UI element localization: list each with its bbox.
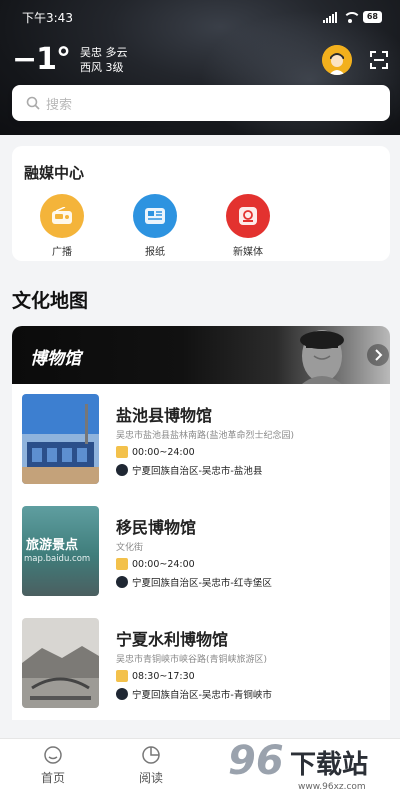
museum-banner[interactable]: 博物馆 (12, 326, 390, 384)
museum-region: 宁夏回族自治区-吴忠市-青铜峡市 (132, 690, 272, 701)
museum-hours-row: 00:00~24:00 (116, 446, 195, 458)
watermark-url: www.96xz.com (298, 782, 366, 792)
museum-thumbnail: 旅游景点 map.baidu.com (22, 506, 99, 596)
museum-name: 移民博物馆 (116, 518, 197, 537)
museum-region-row: 宁夏回族自治区-吴忠市-红寺堡区 (116, 575, 272, 589)
museum-item[interactable]: 旅游景点 map.baidu.com 移民博物馆 文化街 00:00~24:00… (12, 496, 390, 608)
museum-hours: 00:00~24:00 (132, 446, 195, 458)
weather-location-condition: 吴忠 多云 (80, 45, 128, 59)
weather-widget[interactable]: −1° 吴忠 多云 西风 3级 (12, 42, 128, 77)
museum-region: 宁夏回族自治区-吴忠市-红寺堡区 (132, 578, 272, 589)
statue-image (300, 330, 344, 384)
museum-name: 盐池县博物馆 (116, 406, 213, 425)
read-icon (142, 746, 160, 764)
battery-icon: 68 (362, 11, 382, 23)
museum-address: 吴忠市青铜峡市峡谷路(青铜峡旅游区) (116, 655, 268, 665)
status-bar: 下午3:43 68 (0, 0, 400, 34)
signal-icon (322, 11, 337, 23)
museum-address: 吴忠市盐池县盐林南路(盐池革命烈士纪念园) (116, 431, 295, 441)
chevron-right-icon[interactable] (367, 344, 389, 366)
location-icon (116, 576, 128, 588)
museum-thumbnail (22, 618, 99, 708)
media-center-title: 融媒中心 (24, 164, 85, 182)
museum-hours: 08:30~17:30 (132, 670, 195, 682)
museum-name: 宁夏水利博物馆 (116, 630, 229, 649)
weather-info: 吴忠 多云 西风 3级 (80, 45, 128, 75)
watermark-logo: 96 下载站 www.96xz.com (228, 738, 398, 798)
home-icon (44, 746, 62, 764)
media-item-new-media[interactable]: 新媒体 (218, 194, 278, 258)
new-media-icon (226, 194, 270, 238)
museum-thumbnail (22, 394, 99, 484)
clock-icon (116, 446, 128, 458)
media-label-broadcast: 广播 (52, 247, 72, 258)
museum-list: 盐池县博物馆 吴忠市盐池县盐林南路(盐池革命烈士纪念园) 00:00~24:00… (12, 384, 390, 720)
newspaper-icon (133, 194, 177, 238)
section-title: 文化地图 (12, 290, 89, 312)
clock-icon (116, 670, 128, 682)
museum-region-row: 宁夏回族自治区-吴忠市-青铜峡市 (116, 687, 272, 701)
radio-icon (40, 194, 84, 238)
location-icon (116, 464, 128, 476)
nav-item-read[interactable]: 阅读 (126, 745, 176, 786)
thumbnail-overlay-subtext: map.baidu.com (24, 554, 91, 564)
scan-icon[interactable] (369, 50, 389, 70)
museum-hours-row: 00:00~24:00 (116, 558, 195, 570)
museum-address: 文化街 (116, 543, 144, 553)
museum-region: 宁夏回族自治区-吴忠市-盐池县 (132, 466, 263, 477)
media-label-new-media: 新媒体 (233, 247, 263, 258)
search-icon (26, 96, 40, 110)
watermark-number: 96 (228, 738, 284, 784)
media-label-newspaper: 报纸 (145, 247, 165, 258)
media-item-broadcast[interactable]: 广播 (32, 194, 92, 258)
watermark-text: 下载站 (290, 750, 369, 780)
search-bar[interactable]: 搜索 (12, 85, 390, 121)
nav-item-home[interactable]: 首页 (28, 745, 78, 786)
nav-label-read: 阅读 (138, 771, 163, 785)
media-center-card: 融媒中心 广播 报纸 新媒体 (12, 146, 390, 261)
media-item-newspaper[interactable]: 报纸 (125, 194, 185, 258)
status-time: 下午3:43 (22, 10, 73, 25)
clock-icon (116, 558, 128, 570)
museum-region-row: 宁夏回族自治区-吴忠市-盐池县 (116, 463, 262, 477)
nav-label-home: 首页 (40, 771, 65, 785)
wifi-icon (342, 11, 361, 23)
user-avatar-icon[interactable] (322, 45, 352, 75)
museum-hours-row: 08:30~17:30 (116, 670, 195, 682)
banner-title: 博物馆 (30, 349, 81, 369)
search-placeholder: 搜索 (46, 97, 73, 113)
status-icons: 68 (322, 11, 382, 23)
museum-item[interactable]: 宁夏水利博物馆 吴忠市青铜峡市峡谷路(青铜峡旅游区) 08:30~17:30 宁… (12, 608, 390, 720)
thumbnail-overlay-text: 旅游景点 (26, 538, 79, 553)
museum-hours: 00:00~24:00 (132, 558, 195, 570)
location-icon (116, 688, 128, 700)
temperature: −1° (12, 42, 71, 77)
weather-wind: 西风 3级 (80, 60, 124, 74)
museum-item[interactable]: 盐池县博物馆 吴忠市盐池县盐林南路(盐池革命烈士纪念园) 00:00~24:00… (12, 384, 390, 496)
